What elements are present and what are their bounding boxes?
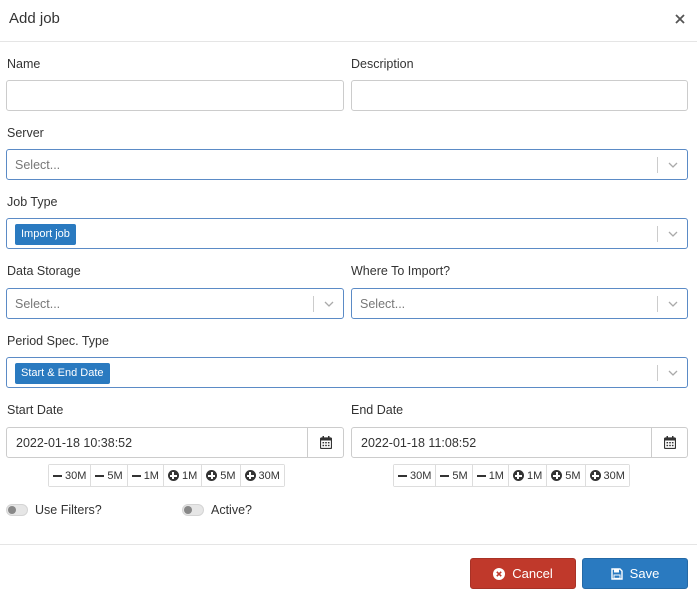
step-label: 5M — [220, 469, 236, 482]
end-plus-5m-button[interactable]: 5M — [547, 465, 586, 486]
start-plus-1m-button[interactable]: 1M — [163, 465, 203, 486]
end-date-value[interactable]: 2022-01-18 11:08:52 — [361, 436, 476, 450]
minus-icon — [440, 474, 450, 477]
start-minus-1m-button[interactable]: 1M — [127, 465, 164, 486]
use-filters-label: Use Filters? — [35, 503, 102, 517]
end-minus-1m-button[interactable]: 1M — [472, 465, 509, 486]
start-plus-5m-button[interactable]: 5M — [202, 465, 241, 486]
where-import-placeholder: Select... — [360, 297, 406, 311]
modal-title: Add job — [9, 10, 60, 27]
job-type-select[interactable]: Import job — [6, 218, 688, 249]
end-date-step-group: 30M 5M 1M 1M 5M 30M — [393, 464, 630, 487]
save-label: Save — [629, 566, 660, 581]
step-label: 1M — [488, 469, 504, 482]
minus-icon — [53, 474, 62, 477]
step-label: 1M — [143, 469, 159, 482]
toggle-knob — [8, 506, 16, 514]
end-date-input[interactable]: 2022-01-18 11:08:52 — [351, 427, 688, 458]
start-date-calendar-button[interactable] — [307, 428, 343, 457]
save-button[interactable]: Save — [582, 558, 688, 589]
where-import-label: Where To Import? — [351, 264, 451, 278]
data-storage-label: Data Storage — [7, 264, 81, 278]
period-tag[interactable]: Start & End Date — [15, 363, 110, 384]
minus-icon — [131, 474, 141, 477]
select-separator — [657, 157, 658, 173]
plus-circle-icon — [512, 470, 524, 481]
start-date-label: Start Date — [7, 403, 64, 417]
end-date-label: End Date — [351, 403, 404, 417]
select-separator — [657, 226, 658, 242]
minus-icon — [398, 474, 407, 477]
chevron-down-icon[interactable] — [667, 159, 679, 171]
end-minus-5m-button[interactable]: 5M — [436, 465, 473, 486]
description-label: Description — [351, 57, 414, 71]
step-label: 5M — [107, 469, 123, 482]
cancel-circle-icon — [493, 567, 506, 580]
toggle-knob — [184, 506, 192, 514]
close-icon — [675, 14, 685, 24]
name-input[interactable] — [6, 80, 344, 111]
minus-icon — [95, 474, 105, 477]
cancel-label: Cancel — [512, 566, 553, 581]
plus-circle-icon — [589, 470, 601, 481]
step-label: 5M — [565, 469, 581, 482]
select-separator — [313, 296, 314, 312]
start-date-value[interactable]: 2022-01-18 10:38:52 — [16, 436, 132, 450]
chevron-down-icon[interactable] — [667, 367, 679, 379]
step-label: 30M — [410, 469, 432, 482]
save-icon — [610, 567, 623, 580]
active-label: Active? — [211, 503, 252, 517]
job-type-tag[interactable]: Import job — [15, 224, 76, 245]
server-select[interactable]: Select... — [6, 149, 688, 180]
plus-circle-icon — [167, 470, 179, 481]
server-label: Server — [7, 126, 44, 140]
plus-circle-icon — [551, 470, 563, 481]
step-label: 1M — [181, 469, 198, 482]
end-plus-30m-button[interactable]: 30M — [585, 465, 629, 486]
plus-circle-icon — [206, 470, 218, 481]
step-label: 30M — [258, 469, 280, 482]
period-label: Period Spec. Type — [7, 334, 109, 348]
cancel-button[interactable]: Cancel — [470, 558, 576, 589]
calendar-icon — [664, 436, 676, 449]
plus-circle-icon — [244, 470, 256, 481]
data-storage-placeholder: Select... — [15, 297, 61, 311]
footer-divider — [0, 544, 697, 545]
start-date-step-group: 30M 5M 1M 1M 5M 30M — [48, 464, 285, 487]
step-label: 1M — [526, 469, 543, 482]
active-toggle[interactable] — [182, 504, 204, 516]
close-button[interactable] — [673, 10, 687, 26]
server-placeholder: Select... — [15, 158, 61, 172]
add-job-modal: Add job Name Description Server Select..… — [0, 0, 697, 597]
name-label: Name — [7, 57, 41, 71]
step-label: 30M — [65, 469, 87, 482]
modal-header: Add job — [0, 0, 697, 42]
data-storage-select[interactable]: Select... — [6, 288, 344, 319]
start-minus-30m-button[interactable]: 30M — [49, 465, 92, 486]
start-date-input[interactable]: 2022-01-18 10:38:52 — [6, 427, 344, 458]
end-date-calendar-button[interactable] — [651, 428, 687, 457]
where-import-select[interactable]: Select... — [351, 288, 688, 319]
job-type-label: Job Type — [7, 195, 58, 209]
chevron-down-icon[interactable] — [323, 298, 335, 310]
chevron-down-icon[interactable] — [667, 298, 679, 310]
start-minus-5m-button[interactable]: 5M — [91, 465, 128, 486]
use-filters-toggle[interactable] — [6, 504, 28, 516]
start-plus-30m-button[interactable]: 30M — [240, 465, 284, 486]
step-label: 30M — [603, 469, 625, 482]
end-plus-1m-button[interactable]: 1M — [508, 465, 548, 486]
chevron-down-icon[interactable] — [667, 228, 679, 240]
description-input[interactable] — [351, 80, 688, 111]
end-minus-30m-button[interactable]: 30M — [394, 465, 437, 486]
minus-icon — [476, 474, 486, 477]
select-separator — [657, 365, 658, 381]
step-label: 5M — [452, 469, 468, 482]
period-select[interactable]: Start & End Date — [6, 357, 688, 388]
calendar-icon — [320, 436, 332, 449]
select-separator — [657, 296, 658, 312]
